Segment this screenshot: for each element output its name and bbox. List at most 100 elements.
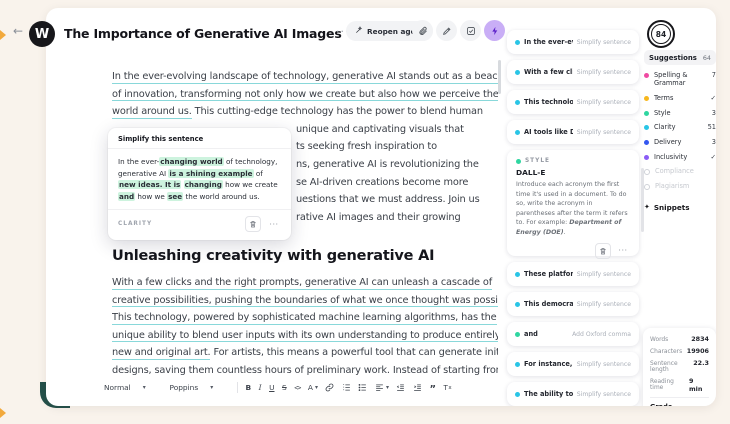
category-row-inclusivity[interactable]: Inclusivity✓ — [644, 153, 716, 161]
suggestion-card[interactable]: This technolog...Simplify sentence — [507, 90, 639, 114]
outdent-icon[interactable] — [396, 383, 405, 392]
bold-button[interactable]: B — [246, 383, 252, 393]
editor-text: For artists, this means a powerful tool … — [210, 347, 498, 358]
category-dot-icon — [644, 184, 650, 190]
suggestion-excerpt: These platform... — [524, 270, 573, 278]
highlighted-replacement: is a shining example — [168, 169, 253, 178]
category-label: Style — [654, 109, 707, 117]
editor-text: ns, generative AI is revolutionizing the — [296, 159, 479, 170]
suggestion-card[interactable]: For instance, a ...Simplify sentence — [507, 352, 639, 376]
paragraph-style-select-value: Normal — [104, 383, 131, 392]
paragraph-style-select[interactable]: Normal▾ — [104, 383, 162, 392]
underline-button[interactable]: U — [269, 383, 274, 393]
suggestion-dot-icon — [515, 302, 520, 307]
suggestion-card[interactable]: These platform... Simplify sentence — [507, 262, 639, 286]
stat-value: 22.3 — [693, 359, 709, 367]
stat-label: Words — [650, 337, 668, 343]
category-label: Spelling & Grammar — [654, 71, 707, 87]
style-suggestion-card[interactable]: STYLEDALL-EIntroduce each acronym the fi… — [507, 150, 639, 256]
paperclip-icon-button[interactable] — [412, 20, 433, 41]
category-row-clarity[interactable]: Clarity51 — [644, 123, 716, 131]
category-row-plagiarism[interactable]: Plagiarism — [644, 182, 716, 190]
editor-line: In the ever-evolving landscape of techno… — [112, 68, 498, 86]
category-row-terms[interactable]: Terms✓ — [644, 94, 716, 102]
editor-line: designs, saving them countless hours of … — [112, 362, 498, 380]
clarity-underlined-text[interactable]: unique ability to blend user inputs with… — [112, 330, 498, 343]
highlighted-replacement: see — [167, 192, 183, 201]
brush-icon-button[interactable] — [436, 20, 457, 41]
suggestion-card[interactable]: AI tools like DAL...Simplify sentence — [507, 120, 639, 144]
font-color-button[interactable]: A▾ — [308, 383, 318, 393]
editor-text: rative AI images and their growing — [296, 212, 461, 223]
suggestion-card[interactable]: This democrati...Simplify sentence — [507, 292, 639, 316]
suggestion-excerpt: With a few click... — [524, 68, 573, 76]
chevron-down-icon: ▾ — [315, 383, 318, 393]
section-heading: Unleashing creativity with generative AI — [112, 248, 434, 264]
category-dot-icon — [644, 111, 649, 116]
trash-icon[interactable] — [595, 243, 611, 259]
lightning-icon — [490, 21, 500, 40]
highlighted-replacement: changing world — [159, 157, 223, 166]
link-icon[interactable] — [325, 383, 334, 392]
suggestions-label: Suggestions — [649, 54, 697, 62]
lightning-icon-button[interactable] — [484, 20, 505, 41]
indent-icon[interactable] — [413, 383, 422, 392]
blockquote-button[interactable]: ” — [429, 387, 436, 393]
brush-icon — [442, 21, 452, 40]
suggestion-dot-icon — [515, 70, 520, 75]
clarity-underlined-text[interactable]: new and original art. — [112, 347, 210, 360]
clarity-underlined-text[interactable]: world around us. — [112, 106, 192, 119]
suggestion-card[interactable]: In the ever-evo...Simplify sentence — [507, 30, 639, 54]
align-icon[interactable]: ▾ — [375, 383, 389, 393]
paperclip-icon — [418, 21, 428, 40]
clarity-underlined-text[interactable]: With a few clicks and the right prompts,… — [112, 277, 492, 290]
editor-line: world around us. This cutting-edge techn… — [112, 103, 498, 121]
paragraph: With a few clicks and the right prompts,… — [112, 274, 498, 380]
category-row-compliance[interactable]: Compliance — [644, 167, 716, 175]
clarity-underlined-text[interactable]: In the ever-evolving landscape of techno… — [112, 71, 498, 84]
suggestion-card[interactable]: The ability to cr...Simplify sentence — [507, 382, 639, 406]
category-row-spelling-grammar[interactable]: Spelling & Grammar 7 — [644, 71, 716, 87]
clarity-underlined-text[interactable]: This technology, powered by sophisticate… — [112, 312, 497, 325]
ordered-list-icon[interactable] — [342, 383, 351, 392]
strikethrough-button[interactable]: S — [282, 383, 287, 393]
suggestion-card[interactable]: andAdd Oxford comma — [507, 322, 639, 346]
formatting-toolbar: Normal▾Poppins▾BIUS<>A▾▾”Tx — [104, 382, 452, 393]
suggestion-action-label: Simplify sentence — [577, 271, 631, 278]
popup-text: how we — [135, 192, 167, 201]
suggestion-dot-icon — [515, 100, 520, 105]
clear-format-sub: x — [448, 383, 451, 393]
editor-scrollbar[interactable] — [498, 60, 501, 94]
font-select[interactable]: Poppins▾ — [170, 383, 230, 392]
editor-text: uestions that we must address. Join us — [296, 194, 480, 205]
category-dot-icon — [644, 125, 649, 130]
popup-suggestion-text[interactable]: In the ever-changing world of technology… — [108, 149, 291, 209]
score-badge[interactable]: 84 — [647, 20, 675, 48]
clarity-underlined-text[interactable]: creative possibilities, pushing the boun… — [112, 295, 498, 308]
snippets-button[interactable]: ✦Snippets — [644, 203, 716, 212]
grade-level-label: Grade level — [650, 403, 688, 406]
category-row-style[interactable]: Style 3 — [644, 109, 716, 117]
category-count: 3 — [712, 109, 716, 117]
category-row-delivery[interactable]: Delivery3 — [644, 138, 716, 146]
trash-icon[interactable] — [245, 216, 261, 232]
highlighted-replacement: new ideas. It is — [118, 180, 181, 189]
suggestions-count: 64 — [703, 54, 711, 62]
code-button[interactable]: <> — [294, 383, 300, 393]
popup-footer: CLARITY ··· — [108, 209, 291, 240]
suggestions-header[interactable]: Suggestions 64 — [644, 50, 716, 65]
popup-more-icon[interactable]: ··· — [267, 217, 281, 231]
clear-format-button[interactable]: Tx — [444, 383, 452, 393]
app-logo[interactable]: W — [29, 21, 55, 47]
category-label: Delivery — [654, 138, 707, 146]
suggestion-card[interactable]: With a few click...Simplify sentence — [507, 60, 639, 84]
category-count: 7 — [712, 71, 716, 79]
checkbox-icon-button[interactable] — [460, 20, 481, 41]
category-label: Compliance — [655, 167, 711, 175]
italic-button[interactable]: I — [259, 383, 262, 393]
back-arrow[interactable]: ← — [13, 24, 23, 38]
bullet-list-icon[interactable] — [358, 383, 367, 392]
card-more-icon[interactable]: ··· — [616, 244, 630, 258]
clarity-underlined-text[interactable]: of innovation, transforming not only how… — [112, 89, 498, 102]
snippets-icon: ✦ — [644, 203, 650, 211]
